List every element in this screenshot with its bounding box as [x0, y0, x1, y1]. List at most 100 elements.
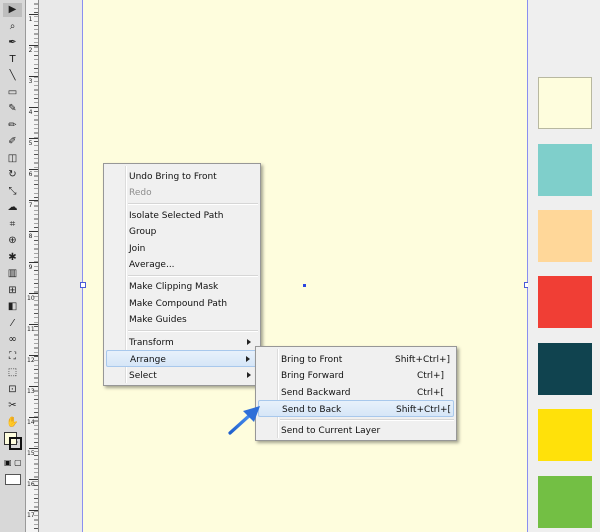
menu-item-send-to-back[interactable]: Send to Back Shift+Ctrl+[ [258, 400, 454, 417]
type-tool-icon[interactable]: T [3, 53, 22, 67]
menu-separator [280, 419, 454, 421]
menu-item-label: Average... [129, 260, 175, 270]
rectangle-tool-icon[interactable]: ▭ [3, 86, 22, 100]
menu-item-group[interactable]: Group [106, 223, 258, 240]
vertical-ruler: 1 2 3 4 5 6 7 8 9 10 11 12 13 14 15 16 17 [26, 0, 39, 532]
ruler-tick [29, 262, 38, 263]
menu-item-label: Make Compound Path [129, 299, 228, 309]
mesh-tool-icon[interactable]: ⊞ [3, 284, 22, 298]
scale-tool-icon[interactable]: ⤡ [3, 185, 22, 199]
menu-item-transform[interactable]: Transform [106, 334, 258, 351]
menu-item-label: Make Guides [129, 315, 187, 325]
selection-handle-left[interactable] [80, 282, 86, 288]
ruler-label: 13 [27, 388, 35, 395]
fill-stroke-icon[interactable] [4, 432, 22, 450]
menu-item-label: Send to Back [282, 405, 342, 415]
menu-item-select[interactable]: Select [106, 367, 258, 384]
color-swatches-panel [528, 0, 600, 532]
menu-item-shortcut: Ctrl+] [417, 371, 445, 381]
drawing-mode-icon[interactable]: ▣ ▢ [4, 458, 22, 468]
menu-separator [128, 203, 258, 205]
tools-panel: ▶⌕✒T╲▭✎✏✐◫↻⤡☁⌗⊕✱▥⊞◧⁄∞⛶⬚⊡✂✋🔍▣ ▢ [0, 0, 26, 532]
line-tool-icon[interactable]: ╲ [3, 69, 22, 83]
menu-item-label: Arrange [130, 355, 166, 365]
menu-item-bring-forward[interactable]: Bring Forward Ctrl+] [258, 367, 454, 384]
ruler-label: 15 [27, 450, 35, 457]
submenu-arrow-icon [247, 372, 251, 378]
menu-item-label: Bring Forward [281, 371, 344, 381]
menu-item-make-clipping-mask[interactable]: Make Clipping Mask [106, 278, 258, 295]
eyedropper-tool-icon[interactable]: ⁄ [3, 317, 22, 331]
ruler-tick [29, 293, 38, 294]
menu-item-label: Make Clipping Mask [129, 282, 219, 292]
eraser-tool-icon[interactable]: ◫ [3, 152, 22, 166]
menu-item-shortcut: Shift+Ctrl+[ [396, 405, 452, 415]
color-swatch[interactable] [538, 144, 592, 196]
menu-item-bring-to-front[interactable]: Bring to Front Shift+Ctrl+] [258, 351, 454, 368]
menu-item-isolate-selected-path[interactable]: Isolate Selected Path [106, 207, 258, 224]
hand-tool-icon[interactable]: ✋ [3, 416, 22, 430]
column-graph-tool-icon[interactable]: ▥ [3, 267, 22, 281]
color-swatch[interactable] [538, 409, 592, 461]
menu-item-arrange[interactable]: Arrange [106, 350, 258, 367]
screen-mode-icon[interactable] [5, 474, 21, 485]
rotate-tool-icon[interactable]: ↻ [3, 168, 22, 182]
ruler-tick [29, 324, 38, 325]
live-paint-selection-tool-icon[interactable]: ⬚ [3, 366, 22, 380]
menu-item-label: Select [129, 371, 157, 381]
ruler-label: 14 [27, 419, 35, 426]
ruler-tick [29, 355, 38, 356]
pencil-tool-icon[interactable]: ✏ [3, 119, 22, 133]
gradient-tool-icon[interactable]: ◧ [3, 300, 22, 314]
ruler-tick [29, 200, 38, 201]
ruler-label: 7 [28, 202, 33, 209]
ruler-tick [29, 510, 38, 511]
artboard-tool-icon[interactable]: ⊡ [3, 383, 22, 397]
symbol-sprayer-tool-icon[interactable]: ✱ [3, 251, 22, 265]
menu-item-label: Send Backward [281, 388, 351, 398]
paintbrush-tool-icon[interactable]: ✎ [3, 102, 22, 116]
lasso-tool-icon[interactable]: ⌕ [3, 20, 22, 34]
menu-item-average[interactable]: Average... [106, 256, 258, 273]
ruler-tick [29, 448, 38, 449]
color-swatch[interactable] [538, 77, 592, 129]
slice-tool-icon[interactable]: ✂ [3, 399, 22, 413]
menu-item-shortcut: Shift+Ctrl+] [395, 355, 451, 365]
ruler-label: 17 [27, 512, 35, 519]
blob-brush-tool-icon[interactable]: ✐ [3, 135, 22, 149]
ruler-label: 3 [28, 78, 33, 85]
shape-builder-tool-icon[interactable]: ⊕ [3, 234, 22, 248]
blend-tool-icon[interactable]: ∞ [3, 333, 22, 347]
ruler-tick [29, 417, 38, 418]
menu-item-label: Bring to Front [281, 355, 343, 365]
free-transform-tool-icon[interactable]: ⌗ [3, 218, 22, 232]
menu-item-send-to-current-layer[interactable]: Send to Current Layer [258, 422, 454, 439]
ruler-label: 1 [28, 16, 33, 23]
menu-item-label: Join [129, 244, 146, 254]
menu-item-make-guides[interactable]: Make Guides [106, 311, 258, 328]
selection-tool-icon[interactable]: ▶ [3, 3, 22, 17]
menu-item-redo: Redo [106, 184, 258, 201]
selection-center-point [303, 284, 306, 287]
ruler-tick [29, 76, 38, 77]
color-swatch[interactable] [538, 343, 592, 395]
submenu-arrow-icon [247, 339, 251, 345]
warp-tool-icon[interactable]: ☁ [3, 201, 22, 215]
pen-tool-icon[interactable]: ✒ [3, 36, 22, 50]
ruler-label: 2 [28, 47, 33, 54]
menu-separator [128, 275, 258, 277]
menu-item-send-backward[interactable]: Send Backward Ctrl+[ [258, 384, 454, 401]
color-swatch[interactable] [538, 210, 592, 262]
ruler-label: 5 [28, 140, 33, 147]
context-menu: Undo Bring to Front Redo Isolate Selecte… [103, 163, 261, 386]
menu-item-label: Isolate Selected Path [129, 211, 224, 221]
live-paint-bucket-tool-icon[interactable]: ⛶ [3, 350, 22, 364]
menu-item-join[interactable]: Join [106, 240, 258, 257]
menu-item-undo-bring-to-front[interactable]: Undo Bring to Front [106, 168, 258, 185]
color-swatch[interactable] [538, 276, 592, 328]
color-swatch[interactable] [538, 476, 592, 528]
menu-item-label: Undo Bring to Front [129, 172, 217, 182]
menu-item-make-compound-path[interactable]: Make Compound Path [106, 295, 258, 312]
ruler-tick [29, 169, 38, 170]
annotation-arrow-icon [228, 406, 260, 435]
